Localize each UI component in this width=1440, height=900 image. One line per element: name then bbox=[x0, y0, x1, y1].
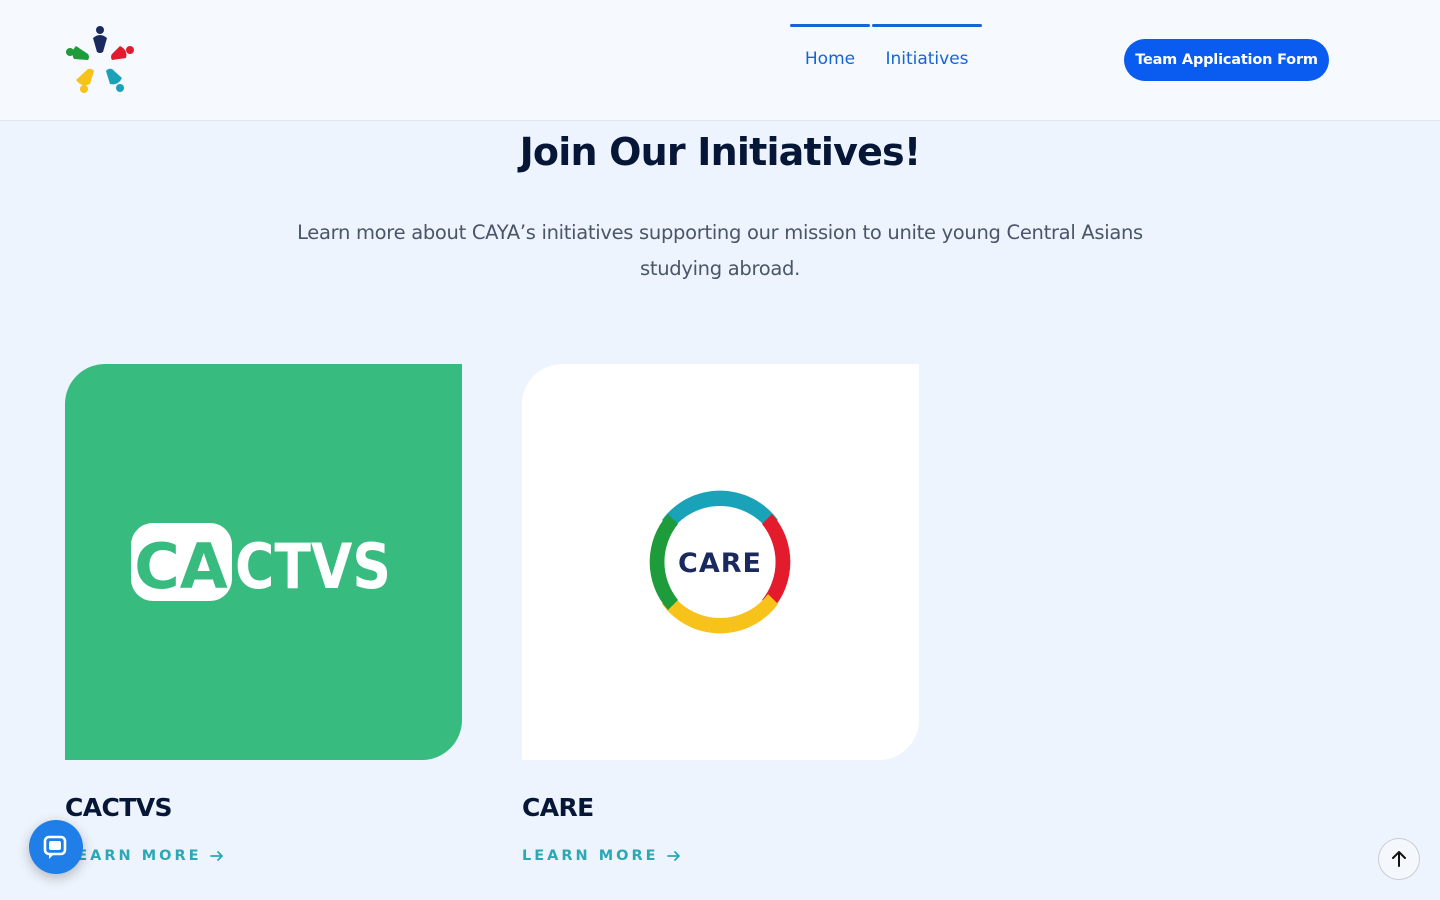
cactvs-card-image[interactable]: CA CTVS bbox=[65, 364, 462, 760]
learn-more-label: LEARN MORE bbox=[522, 848, 659, 864]
care-logo-icon: CARE bbox=[649, 490, 791, 634]
chat-button[interactable] bbox=[29, 820, 83, 874]
learn-more-label: LEARN MORE bbox=[65, 848, 202, 864]
cactvs-logo-icon: CA CTVS bbox=[131, 523, 391, 603]
care-logo-text: CARE bbox=[678, 548, 762, 579]
nav-home[interactable]: Home bbox=[790, 24, 870, 84]
main-nav: Home Initiatives bbox=[790, 24, 982, 84]
chat-icon bbox=[43, 835, 67, 859]
team-application-form-button[interactable]: Team Application Form bbox=[1124, 39, 1329, 81]
cactvs-logo-left: CA bbox=[134, 530, 228, 603]
card-title-cactvs: CACTVS bbox=[65, 793, 172, 822]
caya-logo-icon[interactable] bbox=[62, 24, 138, 96]
arrow-up-icon bbox=[1392, 851, 1406, 867]
scroll-to-top-button[interactable] bbox=[1378, 838, 1420, 880]
card-title-care: CARE bbox=[522, 793, 594, 822]
cactvs-learn-more-link[interactable]: LEARN MORE bbox=[65, 848, 224, 864]
arrow-right-icon bbox=[666, 851, 680, 861]
care-card-image[interactable]: CARE bbox=[522, 364, 919, 760]
care-learn-more-link[interactable]: LEARN MORE bbox=[522, 848, 681, 864]
page-title: Join Our Initiatives! bbox=[519, 130, 922, 174]
cactvs-logo-right: CTVS bbox=[235, 530, 391, 603]
arrow-right-icon bbox=[209, 851, 223, 861]
nav-initiatives[interactable]: Initiatives bbox=[872, 24, 982, 84]
site-header: Home Initiatives Team Application Form bbox=[0, 0, 1440, 121]
page-subtitle: Learn more about CAYA’s initiatives supp… bbox=[297, 221, 1143, 280]
